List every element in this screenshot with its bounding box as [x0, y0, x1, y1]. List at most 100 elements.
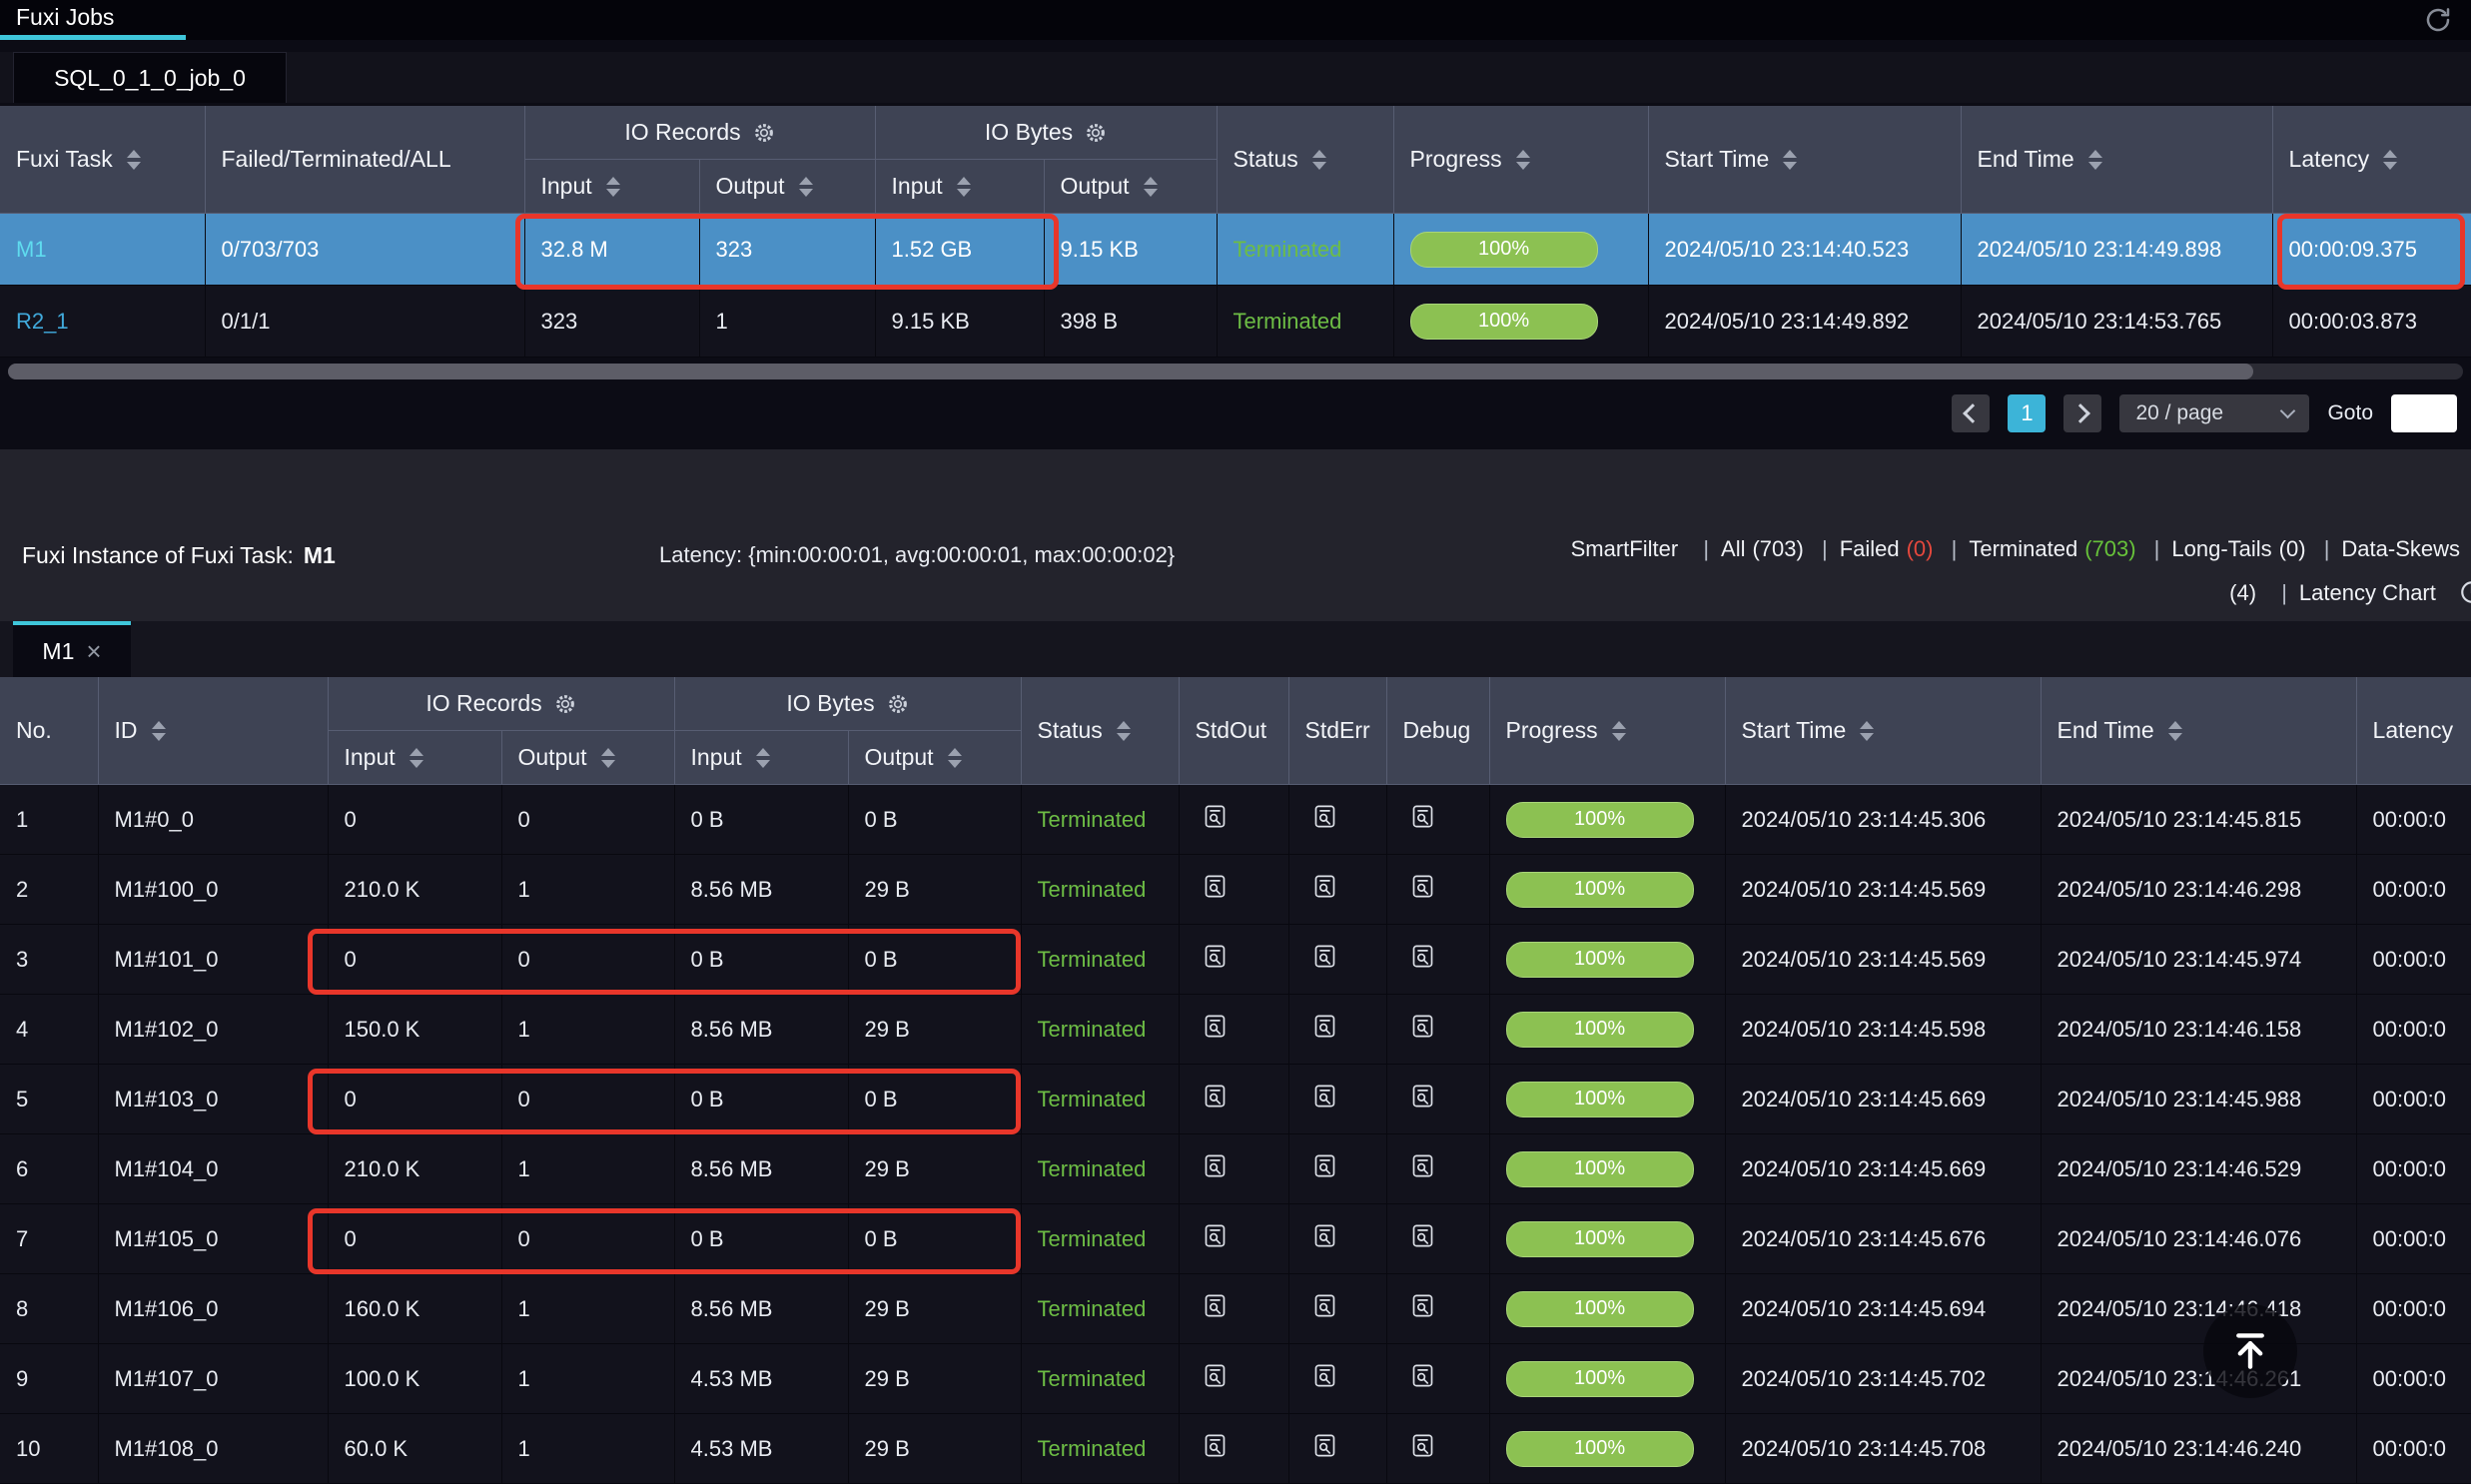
filter-item[interactable]: SmartFilter [1571, 536, 1679, 561]
instance-row[interactable]: 9 M1#107_0 100.0 K 1 4.53 MB 29 B Termin… [0, 1344, 2471, 1414]
fuxi-task-link[interactable]: R2_1 [16, 309, 69, 334]
debug-log-icon[interactable] [1403, 873, 1443, 900]
filter-item[interactable]: Latency Chart [2299, 580, 2436, 605]
instance-row[interactable]: 10 M1#108_0 60.0 K 1 4.53 MB 29 B Termin… [0, 1414, 2471, 1484]
sort-icon[interactable] [1312, 150, 1326, 170]
horizontal-scrollbar[interactable] [8, 364, 2463, 379]
sort-icon[interactable] [2168, 721, 2182, 741]
fuxi-task-row[interactable]: M1 0/703/703 32.8 M 323 1.52 GB 9.15 KB … [0, 214, 2471, 286]
filter-item[interactable]: (4) [2229, 580, 2256, 605]
col-start-time[interactable]: Start Time [1725, 677, 2041, 785]
scrollbar-thumb[interactable] [8, 364, 2253, 379]
sort-icon[interactable] [127, 150, 141, 170]
pie-chart-icon[interactable] [2459, 576, 2471, 620]
instance-row[interactable]: 2 M1#100_0 210.0 K 1 8.56 MB 29 B Termin… [0, 855, 2471, 925]
debug-log-icon[interactable] [1403, 1013, 1443, 1040]
goto-input[interactable] [2391, 394, 2457, 432]
sort-icon[interactable] [2088, 150, 2102, 170]
stdout-log-icon[interactable] [1196, 873, 1236, 900]
fuxi-task-row[interactable]: R2_1 0/1/1 323 1 9.15 KB 398 B Terminate… [0, 286, 2471, 358]
stderr-log-icon[interactable] [1305, 943, 1345, 970]
col-io-records-input[interactable]: Input [328, 731, 501, 785]
sort-icon[interactable] [601, 748, 615, 768]
stdout-log-icon[interactable] [1196, 1152, 1236, 1179]
debug-log-icon[interactable] [1403, 1152, 1443, 1179]
next-page-button[interactable] [2063, 394, 2101, 432]
gear-icon[interactable] [753, 122, 775, 144]
instance-row[interactable]: 5 M1#103_0 0 0 0 B 0 B Terminated [0, 1065, 2471, 1134]
sort-icon[interactable] [152, 721, 166, 741]
sort-icon[interactable] [756, 748, 770, 768]
debug-log-icon[interactable] [1403, 1292, 1443, 1319]
sort-icon[interactable] [948, 748, 962, 768]
stdout-log-icon[interactable] [1196, 1083, 1236, 1110]
tab-instance-m1[interactable]: M1 × [13, 621, 131, 677]
gear-icon[interactable] [887, 693, 909, 715]
sort-icon[interactable] [2383, 150, 2397, 170]
col-id[interactable]: ID [98, 677, 328, 785]
stderr-log-icon[interactable] [1305, 1013, 1345, 1040]
stdout-log-icon[interactable] [1196, 1222, 1236, 1249]
back-to-top-button[interactable] [2203, 1304, 2297, 1398]
instance-row[interactable]: 8 M1#106_0 160.0 K 1 8.56 MB 29 B Termin… [0, 1274, 2471, 1344]
col-start-time[interactable]: Start Time [1648, 106, 1961, 214]
filter-item[interactable]: Data-Skews [2341, 536, 2460, 561]
sort-icon[interactable] [1612, 721, 1626, 741]
col-io-bytes-output[interactable]: Output [1044, 160, 1217, 214]
instance-row[interactable]: 3 M1#101_0 0 0 0 B 0 B Terminated [0, 925, 2471, 995]
stderr-log-icon[interactable] [1305, 1292, 1345, 1319]
sort-icon[interactable] [1117, 721, 1131, 741]
col-status[interactable]: Status [1217, 106, 1393, 214]
stdout-log-icon[interactable] [1196, 1432, 1236, 1459]
debug-log-icon[interactable] [1403, 1362, 1443, 1389]
stderr-log-icon[interactable] [1305, 1152, 1345, 1179]
prev-page-button[interactable] [1952, 394, 1990, 432]
col-end-time[interactable]: End Time [1961, 106, 2272, 214]
sort-icon[interactable] [799, 177, 813, 197]
col-status[interactable]: Status [1021, 677, 1179, 785]
stdout-log-icon[interactable] [1196, 1013, 1236, 1040]
sort-icon[interactable] [1516, 150, 1530, 170]
col-latency[interactable]: Latency [2356, 677, 2471, 785]
fuxi-task-link[interactable]: M1 [16, 237, 47, 262]
stderr-log-icon[interactable] [1305, 1432, 1345, 1459]
col-io-records-input[interactable]: Input [524, 160, 699, 214]
stderr-log-icon[interactable] [1305, 1362, 1345, 1389]
stderr-log-icon[interactable] [1305, 873, 1345, 900]
filter-item[interactable]: Long-Tails [2171, 536, 2271, 561]
col-progress[interactable]: Progress [1393, 106, 1648, 214]
col-fuxi-task[interactable]: Fuxi Task [0, 106, 205, 214]
stdout-log-icon[interactable] [1196, 803, 1236, 830]
col-latency[interactable]: Latency [2272, 106, 2471, 214]
stderr-log-icon[interactable] [1305, 803, 1345, 830]
sort-icon[interactable] [1783, 150, 1797, 170]
stdout-log-icon[interactable] [1196, 1362, 1236, 1389]
stdout-log-icon[interactable] [1196, 943, 1236, 970]
instance-row[interactable]: 1 M1#0_0 0 0 0 B 0 B Terminated [0, 785, 2471, 855]
stderr-log-icon[interactable] [1305, 1083, 1345, 1110]
instance-row[interactable]: 4 M1#102_0 150.0 K 1 8.56 MB 29 B Termin… [0, 995, 2471, 1065]
debug-log-icon[interactable] [1403, 1083, 1443, 1110]
refresh-icon[interactable] [2423, 5, 2453, 35]
filter-item[interactable]: Terminated [1969, 536, 2077, 561]
stderr-log-icon[interactable] [1305, 1222, 1345, 1249]
instance-row[interactable]: 7 M1#105_0 0 0 0 B 0 B Terminated [0, 1204, 2471, 1274]
gear-icon[interactable] [1085, 122, 1107, 144]
page-size-select[interactable]: 20 / page [2119, 394, 2309, 432]
debug-log-icon[interactable] [1403, 1432, 1443, 1459]
instance-row[interactable]: 6 M1#104_0 210.0 K 1 8.56 MB 29 B Termin… [0, 1134, 2471, 1204]
sort-icon[interactable] [1144, 177, 1158, 197]
col-progress[interactable]: Progress [1489, 677, 1725, 785]
page-number-button[interactable]: 1 [2008, 394, 2046, 432]
close-icon[interactable]: × [86, 638, 101, 664]
filter-item[interactable]: All [1721, 536, 1745, 561]
col-io-bytes-output[interactable]: Output [848, 731, 1021, 785]
col-end-time[interactable]: End Time [2041, 677, 2356, 785]
sort-icon[interactable] [410, 748, 423, 768]
sort-icon[interactable] [606, 177, 620, 197]
col-io-bytes-input[interactable]: Input [875, 160, 1044, 214]
gear-icon[interactable] [554, 693, 576, 715]
col-io-records-output[interactable]: Output [699, 160, 875, 214]
filter-item[interactable]: Failed [1840, 536, 1900, 561]
sort-icon[interactable] [957, 177, 971, 197]
